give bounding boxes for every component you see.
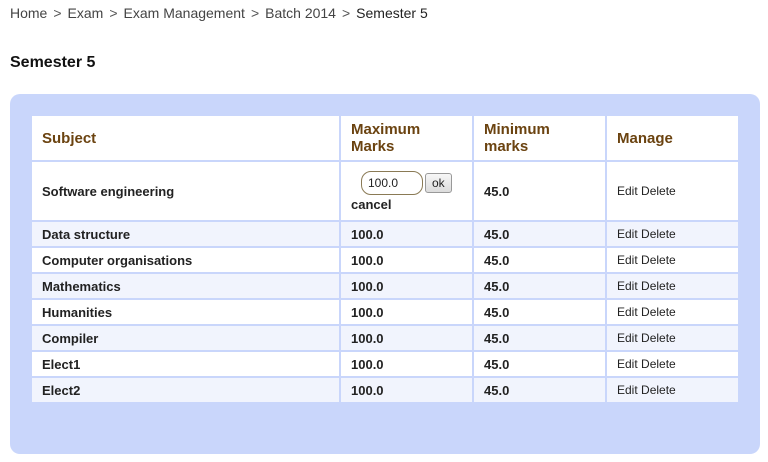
subject-cell: Compiler (30, 324, 341, 352)
breadcrumb: Home > Exam > Exam Management > Batch 2014 > Sem… (10, 5, 428, 21)
table-row-editing: Software engineering ok cancel 45.0 Edit… (30, 160, 740, 222)
min-marks-cell: 45.0 (472, 350, 607, 378)
max-marks-cell: 100.0 (339, 220, 474, 248)
subject-cell: Computer organisations (30, 246, 341, 274)
table-row: Compiler 100.0 45.0 Edit Delete (30, 324, 740, 352)
header-minimum-marks: Minimum marks (472, 114, 607, 162)
edit-link[interactable]: Edit (617, 227, 638, 241)
breadcrumb-exam[interactable]: Exam (68, 5, 104, 21)
manage-cell: Edit Delete (605, 272, 740, 300)
table-header-row: Subject Maximum Marks Minimum marks Mana… (30, 114, 740, 162)
cancel-link[interactable]: cancel (351, 197, 462, 212)
manage-cell: Edit Delete (605, 160, 740, 222)
delete-link[interactable]: Delete (641, 253, 676, 267)
page: Home > Exam > Exam Management > Batch 2014 > Sem… (0, 0, 768, 462)
header-manage: Manage (605, 114, 740, 162)
max-marks-cell: 100.0 (339, 376, 474, 404)
breadcrumb-exam-management[interactable]: Exam Management (124, 5, 245, 21)
subject-cell: Mathematics (30, 272, 341, 300)
delete-link[interactable]: Delete (641, 279, 676, 293)
breadcrumb-separator: > (109, 5, 118, 21)
table-row: Humanities 100.0 45.0 Edit Delete (30, 298, 740, 326)
table-row: Mathematics 100.0 45.0 Edit Delete (30, 272, 740, 300)
breadcrumb-separator: > (341, 5, 351, 21)
delete-link[interactable]: Delete (641, 383, 676, 397)
subject-cell: Software engineering (30, 160, 341, 222)
max-marks-input[interactable] (361, 170, 423, 195)
edit-link[interactable]: Edit (617, 331, 638, 345)
max-marks-edit-cell: ok cancel (339, 160, 474, 222)
min-marks-cell: 45.0 (472, 272, 607, 300)
manage-cell: Edit Delete (605, 376, 740, 404)
delete-link[interactable]: Delete (641, 227, 676, 241)
table-row: Computer organisations 100.0 45.0 Edit D… (30, 246, 740, 274)
max-marks-editor: ok (361, 170, 462, 195)
min-marks-cell: 45.0 (472, 246, 607, 274)
manage-cell: Edit Delete (605, 246, 740, 274)
delete-link[interactable]: Delete (641, 305, 676, 319)
delete-link[interactable]: Delete (641, 331, 676, 345)
subject-cell: Elect1 (30, 350, 341, 378)
manage-cell: Edit Delete (605, 324, 740, 352)
subjects-panel: Subject Maximum Marks Minimum marks Mana… (10, 94, 760, 454)
page-title: Semester 5 (10, 54, 96, 71)
subject-cell: Data structure (30, 220, 341, 248)
edit-link[interactable]: Edit (617, 357, 638, 371)
min-marks-cell: 45.0 (472, 298, 607, 326)
edit-link[interactable]: Edit (617, 383, 638, 397)
subject-cell: Elect2 (30, 376, 341, 404)
edit-link[interactable]: Edit (617, 184, 638, 198)
table-row: Elect1 100.0 45.0 Edit Delete (30, 350, 740, 378)
manage-cell: Edit Delete (605, 298, 740, 326)
manage-cell: Edit Delete (605, 350, 740, 378)
max-marks-cell: 100.0 (339, 350, 474, 378)
min-marks-cell: 45.0 (472, 376, 607, 404)
max-marks-cell: 100.0 (339, 272, 474, 300)
delete-link[interactable]: Delete (641, 357, 676, 371)
max-marks-cell: 100.0 (339, 298, 474, 326)
header-subject: Subject (30, 114, 341, 162)
breadcrumb-current: Semester 5 (356, 5, 428, 21)
subject-cell: Humanities (30, 298, 341, 326)
edit-link[interactable]: Edit (617, 279, 638, 293)
max-marks-cell: 100.0 (339, 246, 474, 274)
table-row: Elect2 100.0 45.0 Edit Delete (30, 376, 740, 404)
min-marks-cell: 45.0 (472, 324, 607, 352)
breadcrumb-separator: > (250, 5, 260, 21)
min-marks-cell: 45.0 (472, 160, 607, 222)
manage-cell: Edit Delete (605, 220, 740, 248)
min-marks-cell: 45.0 (472, 220, 607, 248)
breadcrumb-home[interactable]: Home (10, 5, 47, 21)
breadcrumb-batch[interactable]: Batch 2014 (265, 5, 336, 21)
delete-link[interactable]: Delete (641, 184, 676, 198)
edit-link[interactable]: Edit (617, 305, 638, 319)
subjects-table: Subject Maximum Marks Minimum marks Mana… (30, 114, 740, 404)
header-maximum-marks: Maximum Marks (339, 114, 474, 162)
max-marks-cell: 100.0 (339, 324, 474, 352)
table-row: Data structure 100.0 45.0 Edit Delete (30, 220, 740, 248)
ok-button[interactable]: ok (425, 172, 452, 193)
edit-link[interactable]: Edit (617, 253, 638, 267)
breadcrumb-separator: > (53, 5, 62, 21)
